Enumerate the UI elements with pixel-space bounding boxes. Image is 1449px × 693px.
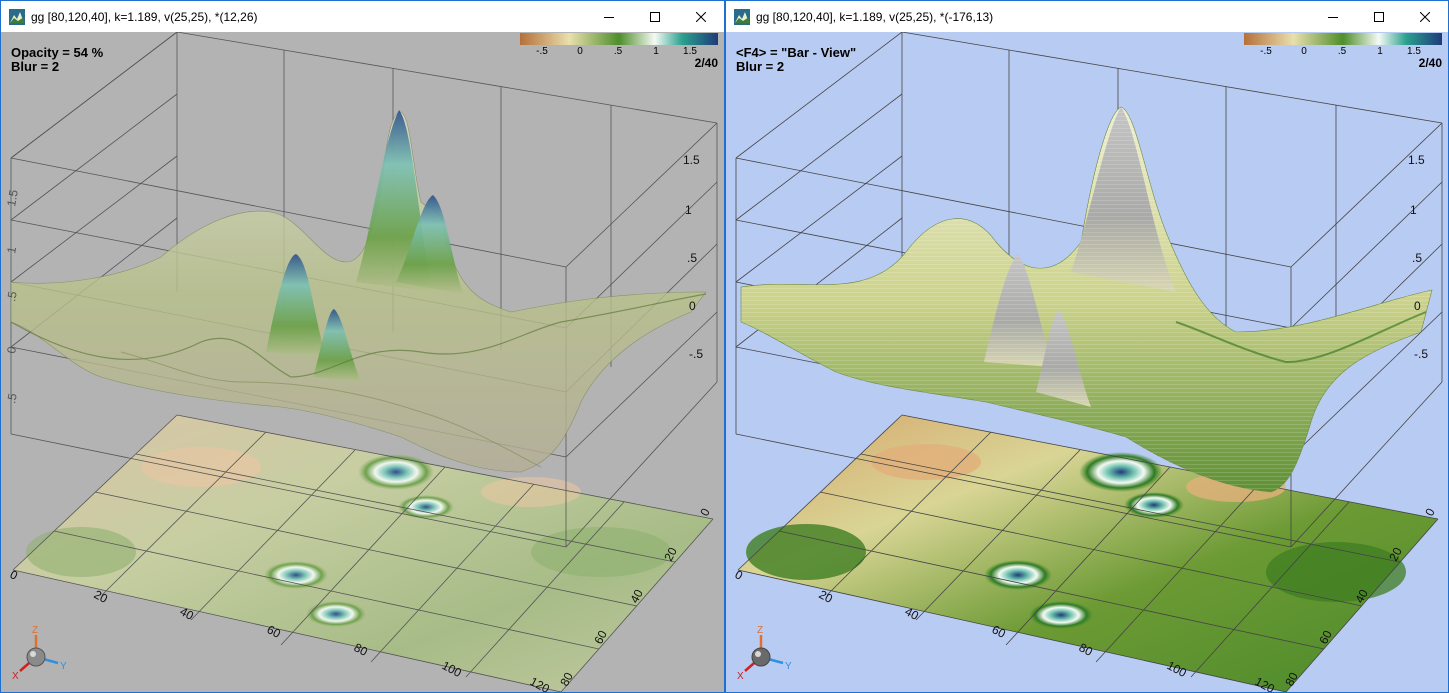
colorbar-tick: 1 — [1377, 46, 1383, 57]
z-tick-right-1: 1.5 — [1408, 153, 1425, 167]
z-tick-right-1: 1.5 — [683, 153, 700, 167]
gizmo-y-label: Y — [785, 661, 792, 672]
close-button[interactable] — [1402, 1, 1448, 32]
overlay-info: <F4> = "Bar - View" Blur = 2 — [736, 46, 856, 74]
view-mode-label: <F4> = "Bar - View" — [736, 45, 857, 60]
minimize-icon — [1328, 16, 1338, 18]
surface-mesh — [10, 111, 707, 473]
colorbar-tick: 0 — [1301, 46, 1307, 57]
colorbar-tick: -.5 — [536, 46, 548, 57]
colorbar-gradient — [1244, 33, 1442, 45]
frame-counter: 2/40 — [1418, 56, 1442, 70]
z-tick-right-4: 0 — [689, 299, 696, 313]
close-button[interactable] — [678, 1, 724, 32]
blur-label: Blur = 2 — [11, 59, 60, 74]
floor-peak-1 — [358, 454, 434, 490]
3d-viewport[interactable]: 1.5 1 .5 0 -.5 0 20 40 60 80 100 120 0 2… — [726, 32, 1448, 692]
axes-gizmo[interactable]: Z Y X — [737, 625, 792, 682]
close-icon — [696, 11, 706, 22]
bar-view-canvas[interactable]: 1.5 1 .5 0 -.5 0 20 40 60 80 100 120 0 2… — [726, 32, 1448, 692]
colorbar-tick: 1 — [653, 46, 659, 57]
maximize-button[interactable] — [632, 1, 678, 32]
blur-label: Blur = 2 — [736, 59, 785, 74]
floor-peak-3 — [264, 561, 328, 589]
floor-peak-3 — [984, 560, 1052, 590]
frame-counter: 2/40 — [694, 56, 718, 70]
axes-gizmo[interactable]: Z Y X — [12, 625, 67, 682]
overlay-info: Opacity = 54 % Blur = 2 — [11, 46, 103, 74]
colorbar: -.5 0 .5 1 1.5 — [1244, 33, 1442, 61]
gizmo-z-label: Z — [32, 625, 38, 636]
left-window[interactable]: gg [80,120,40], k=1.189, v(25,25), *(12,… — [0, 0, 725, 693]
colorbar-tick: 0 — [577, 46, 583, 57]
floor-peak-2 — [398, 495, 454, 519]
minimize-button[interactable] — [586, 1, 632, 32]
colorbar-tick: .5 — [613, 46, 623, 57]
floor-peak-4 — [306, 601, 366, 627]
x-tick-0: 0 — [8, 567, 21, 583]
colorbar: -.5 0 .5 1 1.5 — [520, 33, 718, 61]
maximize-icon — [1374, 11, 1384, 22]
z-tick-right-2: 1 — [685, 203, 692, 217]
right-window[interactable]: gg [80,120,40], k=1.189, v(25,25), *(-17… — [725, 0, 1449, 693]
z-tick-right-2: 1 — [1410, 203, 1417, 217]
colorbar-tick: -.5 — [1260, 46, 1272, 57]
colorbar-tick: .5 — [1337, 46, 1347, 57]
minimize-button[interactable] — [1310, 1, 1356, 32]
z-tick-left-1: 1.5 — [4, 188, 21, 207]
window-title: gg [80,120,40], k=1.189, v(25,25), *(-17… — [756, 9, 994, 24]
gizmo-z-label: Z — [757, 625, 763, 636]
floor-peak-4 — [1029, 601, 1093, 629]
z-tick-right-5: -.5 — [689, 347, 703, 361]
gizmo-x-label: X — [737, 671, 744, 682]
left-titlebar[interactable]: gg [80,120,40], k=1.189, v(25,25), *(12,… — [1, 1, 724, 32]
z-tick-left-2: 1 — [4, 245, 19, 254]
floor-peak-1 — [1079, 452, 1163, 492]
app-icon — [734, 8, 750, 25]
app-icon — [9, 8, 25, 25]
z-tick-right-3: .5 — [687, 251, 697, 265]
floor-peak-2 — [1124, 492, 1184, 518]
minimize-icon — [604, 16, 614, 18]
maximize-button[interactable] — [1356, 1, 1402, 32]
opacity-label: Opacity = 54 % — [11, 45, 104, 60]
colorbar-gradient — [520, 33, 718, 45]
z-tick-left-5: .5 — [4, 392, 20, 405]
maximize-icon — [650, 11, 660, 22]
z-tick-right-4: 0 — [1414, 299, 1421, 313]
close-icon — [1420, 11, 1430, 22]
z-tick-right-3: .5 — [1412, 251, 1422, 265]
x-tick-0: 0 — [733, 567, 746, 583]
window-title: gg [80,120,40], k=1.189, v(25,25), *(12,… — [31, 9, 258, 24]
surface-plot-canvas[interactable]: 1.5 1 .5 0 -.5 1.5 1 .5 0 .5 0 20 40 60 … — [1, 32, 724, 692]
gizmo-x-label: X — [12, 671, 19, 682]
right-titlebar[interactable]: gg [80,120,40], k=1.189, v(25,25), *(-17… — [726, 1, 1448, 32]
gizmo-y-label: Y — [60, 661, 67, 672]
3d-viewport[interactable]: 1.5 1 .5 0 -.5 1.5 1 .5 0 .5 0 20 40 60 … — [1, 32, 724, 692]
z-tick-right-5: -.5 — [1414, 347, 1428, 361]
